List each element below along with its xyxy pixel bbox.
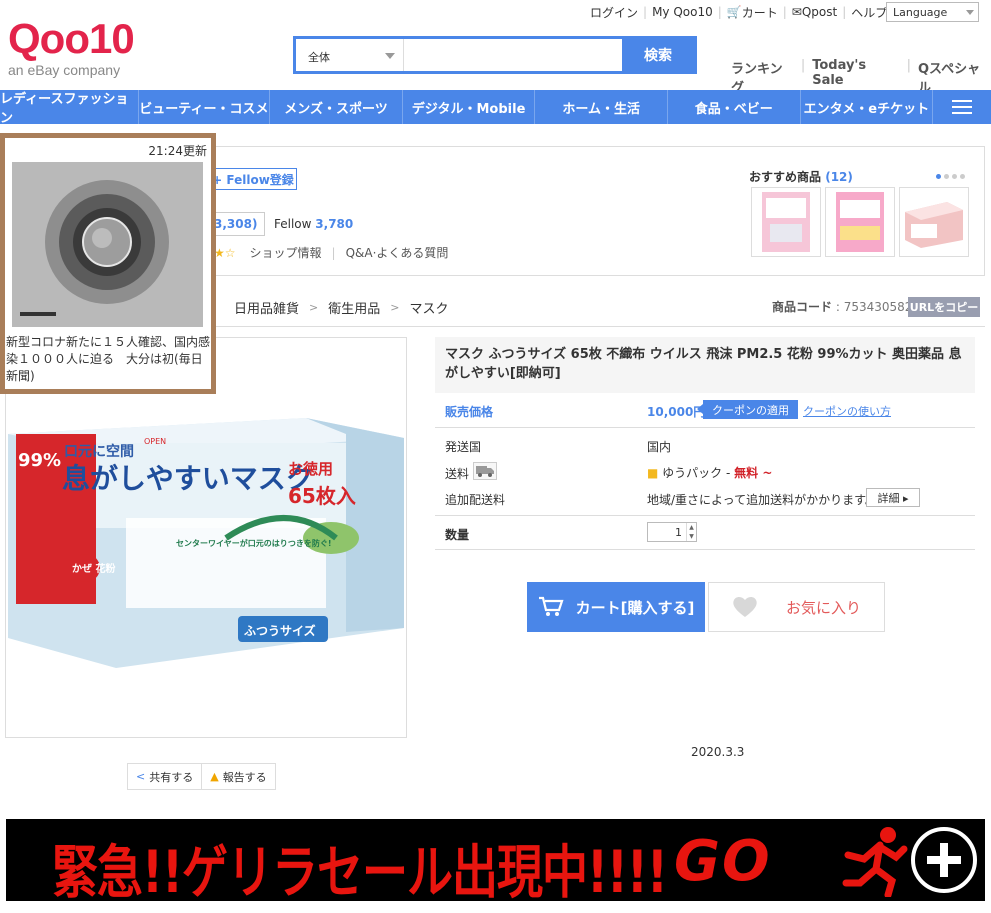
search-bar: 全体 検索 [293,36,697,74]
recommend-count[interactable]: (12) [825,170,853,184]
logo[interactable]: Qoo10 an eBay company [8,18,148,82]
breadcrumb-item-2[interactable]: 衛生用品 [328,298,380,317]
help-link[interactable]: ヘルプ [851,4,887,21]
news-image [12,162,203,327]
recommend-item-2[interactable] [825,187,895,257]
quantity-label: 数量 [445,528,470,542]
breadcrumb-item-3[interactable]: マスク [409,298,448,317]
favorite-button[interactable]: お気に入り [708,582,885,632]
extra-shipping-value: 地域/重さによって追加送料がかかります。 [647,493,877,507]
search-category-select[interactable]: 全体 [296,39,404,71]
divider [200,326,985,327]
box-text-open: OPEN [144,437,166,446]
hamburger-menu-icon[interactable] [933,90,991,124]
runner-icon [842,827,908,897]
package-icon: ■ [647,466,659,480]
breadcrumb-item-1[interactable]: 日用品雑貨 [234,298,299,317]
nav-item-food[interactable]: 食品・ベビー [668,90,801,124]
nav-item-entertainment[interactable]: エンタメ・eチケット [801,90,934,124]
box-text-pollen: かぜ 花粉 [72,562,115,575]
review-count[interactable]: 3,308) [209,212,265,236]
chevron-down-icon [385,53,395,59]
qpost-icon: ✉ [791,5,802,19]
fellow-count: Fellow 3,780 [274,217,354,231]
search-button[interactable]: 検索 [622,39,694,71]
extra-shipping-label: 追加配送料 [445,493,506,507]
fellow-button[interactable]: + Fellow登録 [209,168,297,190]
cart-link[interactable]: カート [742,4,778,21]
guerrilla-sale-banner[interactable]: 緊急!!ゲリラセール出現中!!!! GO [6,819,985,901]
quantity-stepper[interactable]: 1 ▲ ▼ [647,522,697,542]
stepper-arrows-icon[interactable]: ▲ ▼ [686,523,696,541]
share-icon: < [136,770,146,783]
ship-from-label: 発送国 [445,440,482,454]
box-text-pct: 99% [18,450,61,471]
divider [435,549,975,550]
product-code: 商品コード : 753430582 [772,300,913,314]
coupon-how-link[interactable]: クーポンの使い方 [803,403,891,419]
divider [435,515,975,516]
cart-icon [538,596,564,616]
box-text-value: お徳用 [288,460,333,478]
category-nav: レディースファッション ビューティー・コスメ メンズ・スポーツ デジタル・Mob… [0,90,991,126]
nav-item-ladies[interactable]: レディースファッション [0,90,139,126]
date-annotation: 2020.3.3 [691,745,745,759]
ship-from-value: 国内 [647,440,672,454]
warning-icon: ▲ [210,770,219,783]
price-label: 販売価格 [445,405,494,419]
shop-links: ★☆ ショップ情報 | Q&A·よくある質問 [214,244,449,261]
divider [435,427,975,428]
carousel-dots[interactable] [936,174,965,179]
recommend-item-1[interactable] [751,187,821,257]
heart-icon [733,597,757,617]
recommend-item-3[interactable] [899,187,969,257]
banner-text: 緊急!!ゲリラセール出現中!!!! [52,838,668,901]
my-qoo10-link[interactable]: My Qoo10 [652,5,713,19]
shipping-label: 送料 [445,467,470,481]
shop-info-link[interactable]: ショップ情報 [250,244,322,261]
report-button[interactable]: ▲ 報告する [201,764,274,789]
news-time: 21:24更新 [148,144,207,158]
language-select[interactable]: Language [886,2,979,22]
news-widget[interactable]: 21:24更新 新型コロナ新たに１５人確認、国内感染１０００人に迫る 大分は初(… [0,133,216,394]
login-link[interactable]: ログイン [590,4,638,21]
nav-item-digital[interactable]: デジタル・Mobile [403,90,536,124]
qpost-link[interactable]: Qpost [802,5,837,19]
cart-icon: 🛒 [726,5,742,19]
product-title: マスク ふつうサイズ 65枚 不織布 ウイルス 飛沫 PM2.5 花粉 99%カ… [435,337,975,393]
plus-circle-icon[interactable] [911,827,977,893]
coupon-tag[interactable]: クーポンの適用 [697,400,798,419]
nav-item-beauty[interactable]: ビューティー・コスメ [139,90,271,124]
banner-go-text: GO [674,829,772,894]
breadcrumb: 日用品雑貨 > 衛生用品 > マスク [234,298,448,317]
recommend-title: おすすめ商品 (12) [749,170,853,184]
nav-item-mens[interactable]: メンズ・スポーツ [270,90,403,124]
product-image[interactable]: 口元に空間 息がしやすいマスク お徳用 65枚入 99% かぜ 花粉 センターワ… [5,337,407,738]
share-button[interactable]: < 共有する [128,764,201,789]
box-text-main: 息がしやすいマスク [62,462,314,495]
add-to-cart-button[interactable]: カート[購入する] [527,582,705,632]
box-text-sub: 口元に空間 [64,443,134,460]
share-report-bar: < 共有する ▲ 報告する [127,763,276,790]
search-input[interactable] [404,39,622,71]
star-rating-icon: ★☆ [214,245,236,260]
copy-url-button[interactable]: URLをコピー [908,297,980,317]
detail-button[interactable]: 詳細 ▸ [866,488,920,507]
truck-icon [473,462,497,480]
news-headline[interactable]: 新型コロナ新たに１５人確認、国内感染１０００人に迫る 大分は初(毎日新聞) [6,334,211,385]
nav-item-home[interactable]: ホーム・生活 [535,90,668,124]
qa-link[interactable]: Q&A·よくある質問 [346,244,449,261]
top-links: ログイン | My Qoo10 | 🛒 カート | ✉ Qpost | ヘルプ [590,4,888,21]
shipping-value: ■ ゆうパック - 無料 ~ [647,466,773,480]
box-text-wire: センターワイヤーが口元のはりつきを防ぐ! [176,538,332,548]
chevron-down-icon [966,10,974,15]
box-text-size: ふつうサイズ [244,623,316,638]
box-text-count: 65枚入 [288,484,356,508]
